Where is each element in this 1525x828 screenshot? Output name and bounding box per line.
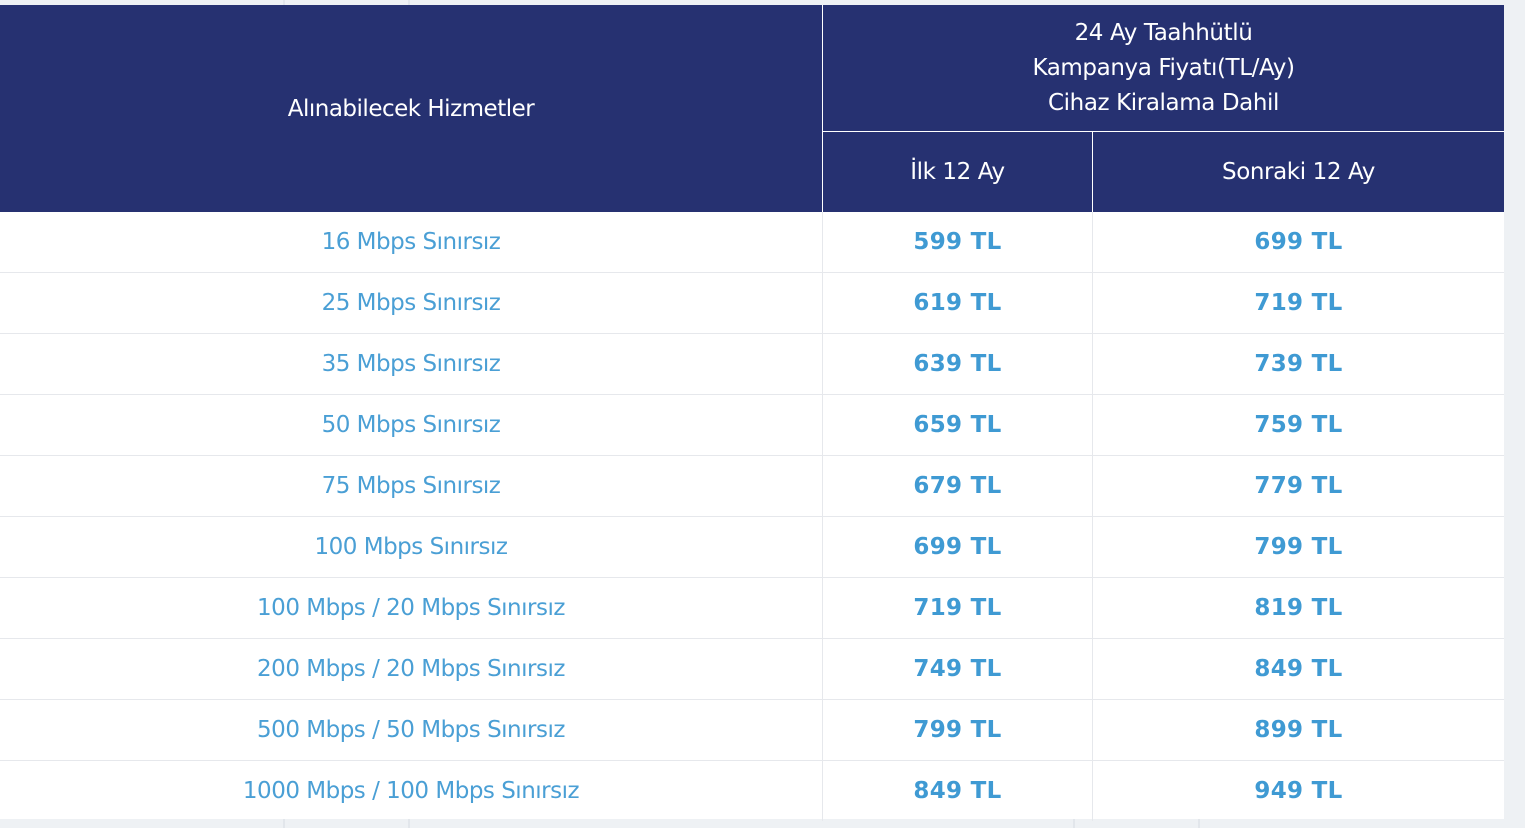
first-12-months-price: 619 TL — [823, 273, 1093, 333]
table-row: 16 Mbps Sınırsız 599 TL 699 TL — [0, 212, 1504, 273]
table-row: 50 Mbps Sınırsız 659 TL 759 TL — [0, 395, 1504, 456]
service-name-cell: 16 Mbps Sınırsız — [0, 212, 823, 272]
pricing-table: Alınabilecek Hizmetler 24 Ay Taahhütlü K… — [0, 5, 1504, 821]
header-services-label: Alınabilecek Hizmetler — [287, 95, 535, 122]
table-row: 200 Mbps / 20 Mbps Sınırsız 749 TL 849 TL — [0, 639, 1504, 700]
first-12-months-price: 659 TL — [823, 395, 1093, 455]
first-12-months-price: 639 TL — [823, 334, 1093, 394]
table-row: 1000 Mbps / 100 Mbps Sınırsız 849 TL 949 T… — [0, 761, 1504, 821]
table-body: 16 Mbps Sınırsız 599 TL 699 TL 25 Mbps Sını… — [0, 212, 1504, 821]
next-12-months-price: 739 TL — [1254, 351, 1343, 377]
next-12-months-price: 719 TL — [1254, 290, 1343, 316]
header-campaign-line: 24 Ay Taahhütlü — [1074, 19, 1253, 46]
header-next-period: Sonraki 12 Ay — [1093, 132, 1504, 212]
next-12-months-price: 849 TL — [1254, 656, 1343, 682]
header-campaign-line: Kampanya Fiyatı(TL/Ay) — [1032, 54, 1295, 81]
service-name-cell: 200 Mbps / 20 Mbps Sınırsız — [0, 639, 823, 699]
table-row: 75 Mbps Sınırsız 679 TL 779 TL — [0, 456, 1504, 517]
first-12-months-price: 849 TL — [823, 761, 1093, 821]
header-services: Alınabilecek Hizmetler — [0, 5, 822, 212]
first-12-months-price: 719 TL — [823, 578, 1093, 638]
table-row: 25 Mbps Sınırsız 619 TL 719 TL — [0, 273, 1504, 334]
next-12-months-price: 699 TL — [1254, 229, 1343, 255]
first-12-months-price: 699 TL — [823, 517, 1093, 577]
table-row: 100 Mbps Sınırsız 699 TL 799 TL — [0, 517, 1504, 578]
next-12-months-price: 779 TL — [1254, 473, 1343, 499]
first-12-months-price: 599 TL — [823, 212, 1093, 272]
service-name-cell: 35 Mbps Sınırsız — [0, 334, 823, 394]
service-name-cell: 50 Mbps Sınırsız — [0, 395, 823, 455]
next-12-months-price: 819 TL — [1254, 595, 1343, 621]
table-row: 500 Mbps / 50 Mbps Sınırsız 799 TL 899 TL — [0, 700, 1504, 761]
header-first-period-label: İlk 12 Ay — [910, 159, 1005, 185]
table-row: 35 Mbps Sınırsız 639 TL 739 TL — [0, 334, 1504, 395]
service-name-cell: 1000 Mbps / 100 Mbps Sınırsız — [0, 761, 823, 821]
service-name-cell: 25 Mbps Sınırsız — [0, 273, 823, 333]
next-12-months-price: 799 TL — [1254, 534, 1343, 560]
service-name-cell: 100 Mbps / 20 Mbps Sınırsız — [0, 578, 823, 638]
service-name-cell: 500 Mbps / 50 Mbps Sınırsız — [0, 700, 823, 760]
next-12-months-price: 759 TL — [1254, 412, 1343, 438]
next-12-months-price: 899 TL — [1254, 717, 1343, 743]
service-name-cell: 100 Mbps Sınırsız — [0, 517, 823, 577]
next-12-months-price: 949 TL — [1254, 778, 1343, 804]
first-12-months-price: 749 TL — [823, 639, 1093, 699]
header-next-period-label: Sonraki 12 Ay — [1222, 159, 1375, 185]
header-campaign: 24 Ay Taahhütlü Kampanya Fiyatı(TL/Ay) C… — [823, 5, 1504, 131]
first-12-months-price: 799 TL — [823, 700, 1093, 760]
header-campaign-line: Cihaz Kiralama Dahil — [1048, 89, 1279, 116]
first-12-months-price: 679 TL — [823, 456, 1093, 516]
service-name-cell: 75 Mbps Sınırsız — [0, 456, 823, 516]
header-first-period: İlk 12 Ay — [823, 132, 1092, 212]
table-row: 100 Mbps / 20 Mbps Sınırsız 719 TL 819 TL — [0, 578, 1504, 639]
